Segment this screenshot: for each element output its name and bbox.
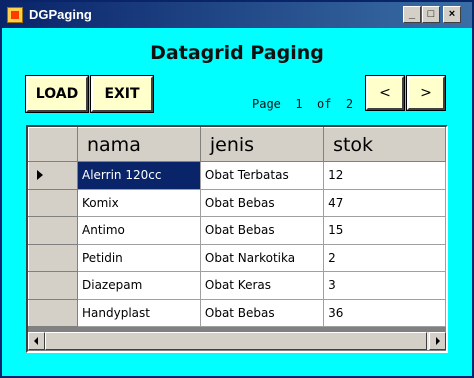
row-header[interactable] xyxy=(28,188,78,217)
next-page-button[interactable]: > xyxy=(406,75,446,111)
table-row[interactable]: Handyplast Obat Bebas 36 xyxy=(28,298,446,327)
table-row[interactable]: Petidin Obat Narkotika 2 xyxy=(28,243,446,272)
data-grid[interactable]: nama jenis stok Alerrin 120cc Obat Terba… xyxy=(26,125,448,353)
grid-corner-header[interactable] xyxy=(28,127,78,162)
grid-cell-nama[interactable]: Diazepam xyxy=(77,271,201,300)
grid-cell-jenis[interactable]: Obat Bebas xyxy=(199,298,325,327)
load-button[interactable]: LOAD xyxy=(25,75,89,113)
previous-page-button[interactable]: < xyxy=(365,75,405,111)
scroll-left-arrow-icon[interactable] xyxy=(28,332,45,350)
exit-button[interactable]: EXIT xyxy=(90,75,154,113)
grid-cell-stok[interactable]: 2 xyxy=(323,243,446,272)
current-row-arrow-icon xyxy=(37,170,43,181)
grid-cell-jenis[interactable]: Obat Terbatas xyxy=(199,161,325,190)
table-row[interactable]: Antimo Obat Bebas 15 xyxy=(28,216,446,245)
column-header-stok[interactable]: stok xyxy=(323,127,446,162)
grid-cell-jenis[interactable]: Obat Narkotika xyxy=(199,243,325,272)
row-header[interactable] xyxy=(28,161,78,190)
grid-cell-nama[interactable]: Antimo xyxy=(77,216,201,245)
column-header-nama[interactable]: nama xyxy=(77,127,201,162)
grid-cell-stok[interactable]: 12 xyxy=(323,161,446,190)
grid-cell-stok[interactable]: 3 xyxy=(323,271,446,300)
horizontal-scrollbar[interactable] xyxy=(28,332,446,350)
scroll-right-arrow-icon[interactable] xyxy=(429,332,446,350)
table-row[interactable]: Komix Obat Bebas 47 xyxy=(28,188,446,217)
minimize-button[interactable]: _ xyxy=(403,6,421,23)
grid-table: nama jenis stok Alerrin 120cc Obat Terba… xyxy=(28,127,446,327)
page-indicator: Page 1 of 2 xyxy=(252,97,354,111)
row-header[interactable] xyxy=(28,271,78,300)
app-icon xyxy=(7,7,23,23)
row-header[interactable] xyxy=(28,298,78,327)
scrollbar-thumb[interactable] xyxy=(45,332,427,350)
grid-cell-nama[interactable]: Petidin xyxy=(77,243,201,272)
row-header[interactable] xyxy=(28,216,78,245)
grid-cell-stok[interactable]: 36 xyxy=(323,298,446,327)
grid-cell-jenis[interactable]: Obat Bebas xyxy=(199,188,325,217)
main-window: DGPaging _ □ × Datagrid Paging LOAD EXIT… xyxy=(0,0,474,378)
page-title: Datagrid Paging xyxy=(150,42,324,64)
grid-cell-stok[interactable]: 15 xyxy=(323,216,446,245)
maximize-button[interactable]: □ xyxy=(422,6,440,23)
grid-cell-jenis[interactable]: Obat Bebas xyxy=(199,216,325,245)
title-bar[interactable]: DGPaging _ □ × xyxy=(2,2,472,28)
grid-cell-jenis[interactable]: Obat Keras xyxy=(199,271,325,300)
close-button[interactable]: × xyxy=(443,6,461,23)
grid-header-row: nama jenis stok xyxy=(28,127,446,162)
window-title: DGPaging xyxy=(29,7,92,22)
grid-cell-nama[interactable]: Handyplast xyxy=(77,298,201,327)
grid-cell-nama[interactable]: Komix xyxy=(77,188,201,217)
table-row[interactable]: Alerrin 120cc Obat Terbatas 12 xyxy=(28,161,446,190)
row-header[interactable] xyxy=(28,243,78,272)
table-row[interactable]: Diazepam Obat Keras 3 xyxy=(28,271,446,300)
grid-cell-stok[interactable]: 47 xyxy=(323,188,446,217)
column-header-jenis[interactable]: jenis xyxy=(199,127,325,162)
grid-cell-nama[interactable]: Alerrin 120cc xyxy=(77,161,201,190)
